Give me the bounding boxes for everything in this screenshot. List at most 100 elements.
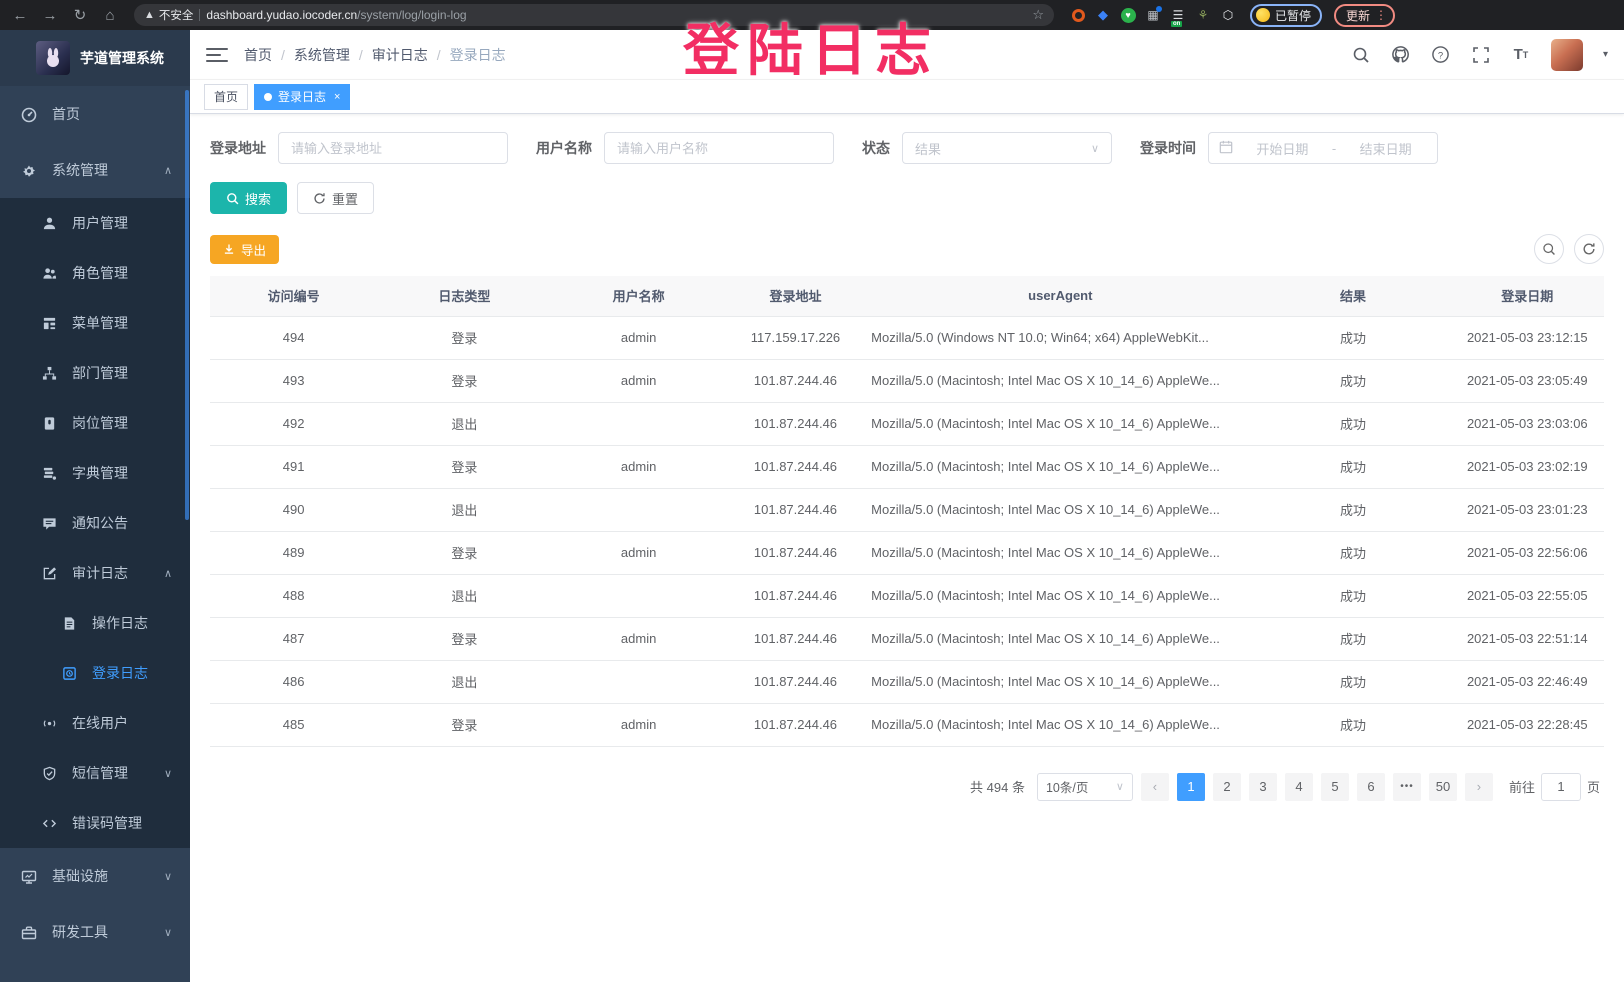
browser-reload-icon[interactable]: ↻ bbox=[68, 4, 92, 26]
sidebar-item-dept-mgmt[interactable]: 部门管理 bbox=[0, 348, 190, 398]
hamburger-icon[interactable] bbox=[206, 44, 228, 66]
sidebar-item-post-mgmt[interactable]: 岗位管理 bbox=[0, 398, 190, 448]
page-button-3[interactable]: 3 bbox=[1249, 773, 1277, 801]
divider bbox=[199, 9, 200, 21]
date-end[interactable]: 结束日期 bbox=[1344, 139, 1427, 158]
username-label: 用户名称 bbox=[536, 138, 592, 158]
page-button-4[interactable]: 4 bbox=[1285, 773, 1313, 801]
table-row: 490退出101.87.244.46Mozilla/5.0 (Macintosh… bbox=[210, 488, 1604, 531]
sidebar-item-role-mgmt[interactable]: 角色管理 bbox=[0, 248, 190, 298]
login-address-input[interactable] bbox=[278, 132, 508, 164]
date-range-picker[interactable]: 开始日期 - 结束日期 bbox=[1208, 132, 1438, 164]
extension-gem-icon[interactable]: ◆ bbox=[1095, 7, 1111, 23]
bookmark-star-icon[interactable]: ☆ bbox=[1032, 7, 1044, 23]
tag-login-log[interactable]: 登录日志 × bbox=[254, 84, 350, 110]
page-button-6[interactable]: 6 bbox=[1357, 773, 1385, 801]
reset-button[interactable]: 重置 bbox=[297, 182, 374, 214]
chevron-up-icon: ∧ bbox=[164, 567, 172, 580]
page-button-1[interactable]: 1 bbox=[1177, 773, 1205, 801]
page-button-2[interactable]: 2 bbox=[1213, 773, 1241, 801]
address-bar[interactable]: ▲ 不安全 dashboard.yudao.iocoder.cn/system/… bbox=[134, 4, 1054, 26]
table-cell: 成功 bbox=[1255, 445, 1450, 488]
close-icon[interactable]: × bbox=[334, 91, 340, 103]
sidebar-item-home[interactable]: 首页 bbox=[0, 86, 190, 142]
search-button[interactable]: 搜索 bbox=[210, 182, 287, 214]
paused-badge[interactable]: 已暂停 bbox=[1250, 4, 1322, 27]
table-cell: 退出 bbox=[377, 660, 551, 703]
sidebar-item-audit-log[interactable]: 审计日志 ∧ bbox=[0, 548, 190, 598]
update-button[interactable]: 更新 ⋮ bbox=[1334, 4, 1395, 27]
date-start[interactable]: 开始日期 bbox=[1241, 139, 1324, 158]
table-cell: 2021-05-03 22:28:45 bbox=[1451, 703, 1604, 746]
table-cell: 487 bbox=[210, 617, 377, 660]
users-icon bbox=[40, 265, 58, 282]
security-warning[interactable]: ▲ 不安全 bbox=[144, 7, 193, 23]
chevron-down-icon: ∨ bbox=[164, 926, 172, 939]
avatar[interactable] bbox=[1551, 39, 1583, 71]
col-header-username: 用户名称 bbox=[552, 276, 726, 316]
breadcrumb-system[interactable]: 系统管理 bbox=[294, 45, 350, 65]
extension-grid-icon[interactable]: ▦ bbox=[1145, 7, 1161, 23]
table-cell: Mozilla/5.0 (Macintosh; Intel Mac OS X 1… bbox=[865, 531, 1255, 574]
toolbox-icon bbox=[20, 923, 38, 940]
fullscreen-icon[interactable] bbox=[1471, 45, 1491, 65]
github-icon[interactable] bbox=[1391, 45, 1411, 65]
refresh-button[interactable] bbox=[1574, 234, 1604, 264]
breadcrumb-audit[interactable]: 审计日志 bbox=[372, 45, 428, 65]
username-input[interactable] bbox=[604, 132, 834, 164]
page-size-select[interactable]: 10条/页 ∨ bbox=[1037, 773, 1133, 801]
breadcrumb-home[interactable]: 首页 bbox=[244, 45, 272, 65]
sidebar-item-dev-tools[interactable]: 研发工具 ∨ bbox=[0, 904, 190, 960]
browser-back-icon[interactable]: ← bbox=[8, 4, 32, 26]
table-cell: 登录 bbox=[377, 617, 551, 660]
chevron-down-icon[interactable]: ▾ bbox=[1603, 49, 1608, 60]
extension-green-icon[interactable]: ♥ bbox=[1120, 7, 1136, 23]
browser-menu-icon[interactable]: ⋮ bbox=[1375, 8, 1387, 22]
table-cell: 101.87.244.46 bbox=[726, 488, 865, 531]
sidebar-scrollbar[interactable] bbox=[185, 90, 189, 520]
more-pages-button[interactable]: ••• bbox=[1393, 773, 1421, 801]
sidebar-item-online-users[interactable]: 在线用户 bbox=[0, 698, 190, 748]
sidebar-item-errcode-mgmt[interactable]: 错误码管理 bbox=[0, 798, 190, 848]
sidebar-item-operation-log[interactable]: 操作日志 bbox=[0, 598, 190, 648]
sidebar-item-sms-mgmt[interactable]: 短信管理 ∨ bbox=[0, 748, 190, 798]
sidebar-item-dict-mgmt[interactable]: 字典管理 bbox=[0, 448, 190, 498]
table-cell: Mozilla/5.0 (Macintosh; Intel Mac OS X 1… bbox=[865, 402, 1255, 445]
table-row: 492退出101.87.244.46Mozilla/5.0 (Macintosh… bbox=[210, 402, 1604, 445]
login-log-icon bbox=[60, 665, 78, 682]
prev-page-button[interactable]: ‹ bbox=[1141, 773, 1169, 801]
status-select[interactable]: 结果 ∨ bbox=[902, 132, 1112, 164]
table-cell: 2021-05-03 22:51:14 bbox=[1451, 617, 1604, 660]
extension-list-icon[interactable]: ☰on bbox=[1170, 7, 1186, 23]
sidebar-item-user-mgmt[interactable]: 用户管理 bbox=[0, 198, 190, 248]
next-page-button[interactable]: › bbox=[1465, 773, 1493, 801]
tag-home[interactable]: 首页 bbox=[204, 84, 248, 110]
sidebar-item-system[interactable]: 系统管理 ∧ bbox=[0, 142, 190, 198]
export-button[interactable]: 导出 bbox=[210, 235, 279, 264]
sidebar-item-notice[interactable]: 通知公告 bbox=[0, 498, 190, 548]
sidebar-item-infrastructure[interactable]: 基础设施 ∨ bbox=[0, 848, 190, 904]
extensions-puzzle-icon[interactable]: ⬡ bbox=[1220, 7, 1236, 23]
page-button-50[interactable]: 50 bbox=[1429, 773, 1457, 801]
page-button-5[interactable]: 5 bbox=[1321, 773, 1349, 801]
filter-form: 登录地址 用户名称 状态 结果 ∨ 登录时间 bbox=[210, 132, 1604, 164]
table-cell: Mozilla/5.0 (Macintosh; Intel Mac OS X 1… bbox=[865, 488, 1255, 531]
calendar-icon bbox=[1219, 140, 1233, 157]
search-icon[interactable] bbox=[1351, 45, 1371, 65]
table-cell: 成功 bbox=[1255, 488, 1450, 531]
extension-orange-icon[interactable] bbox=[1070, 7, 1086, 23]
toggle-search-button[interactable] bbox=[1534, 234, 1564, 264]
table-cell: 101.87.244.46 bbox=[726, 359, 865, 402]
browser-home-icon[interactable]: ⌂ bbox=[98, 4, 122, 26]
font-size-icon[interactable]: TT bbox=[1511, 45, 1531, 65]
col-header-address: 登录地址 bbox=[726, 276, 865, 316]
col-header-useragent: userAgent bbox=[865, 276, 1255, 316]
sidebar-item-login-log[interactable]: 登录日志 bbox=[0, 648, 190, 698]
browser-forward-icon[interactable]: → bbox=[38, 4, 62, 26]
dashboard-icon bbox=[20, 105, 38, 122]
help-icon[interactable]: ? bbox=[1431, 45, 1451, 65]
goto-page-input[interactable] bbox=[1541, 773, 1581, 801]
sidebar-item-menu-mgmt[interactable]: 菜单管理 bbox=[0, 298, 190, 348]
table-cell: 成功 bbox=[1255, 316, 1450, 359]
extension-plant-icon[interactable]: ⚘ bbox=[1195, 7, 1211, 23]
